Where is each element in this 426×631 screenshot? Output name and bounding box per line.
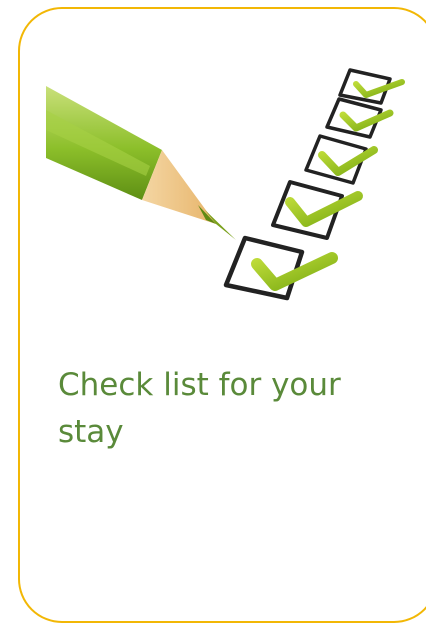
checklist-illustration (46, 68, 405, 301)
card-caption: Check list for your stay (58, 367, 341, 450)
checkbox-icon (223, 235, 338, 301)
checkbox-icon (325, 97, 394, 139)
checkbox-icon (271, 180, 363, 240)
pencil-icon (46, 86, 236, 240)
checkbox-icon (304, 134, 378, 185)
checkbox-icon (338, 68, 405, 105)
